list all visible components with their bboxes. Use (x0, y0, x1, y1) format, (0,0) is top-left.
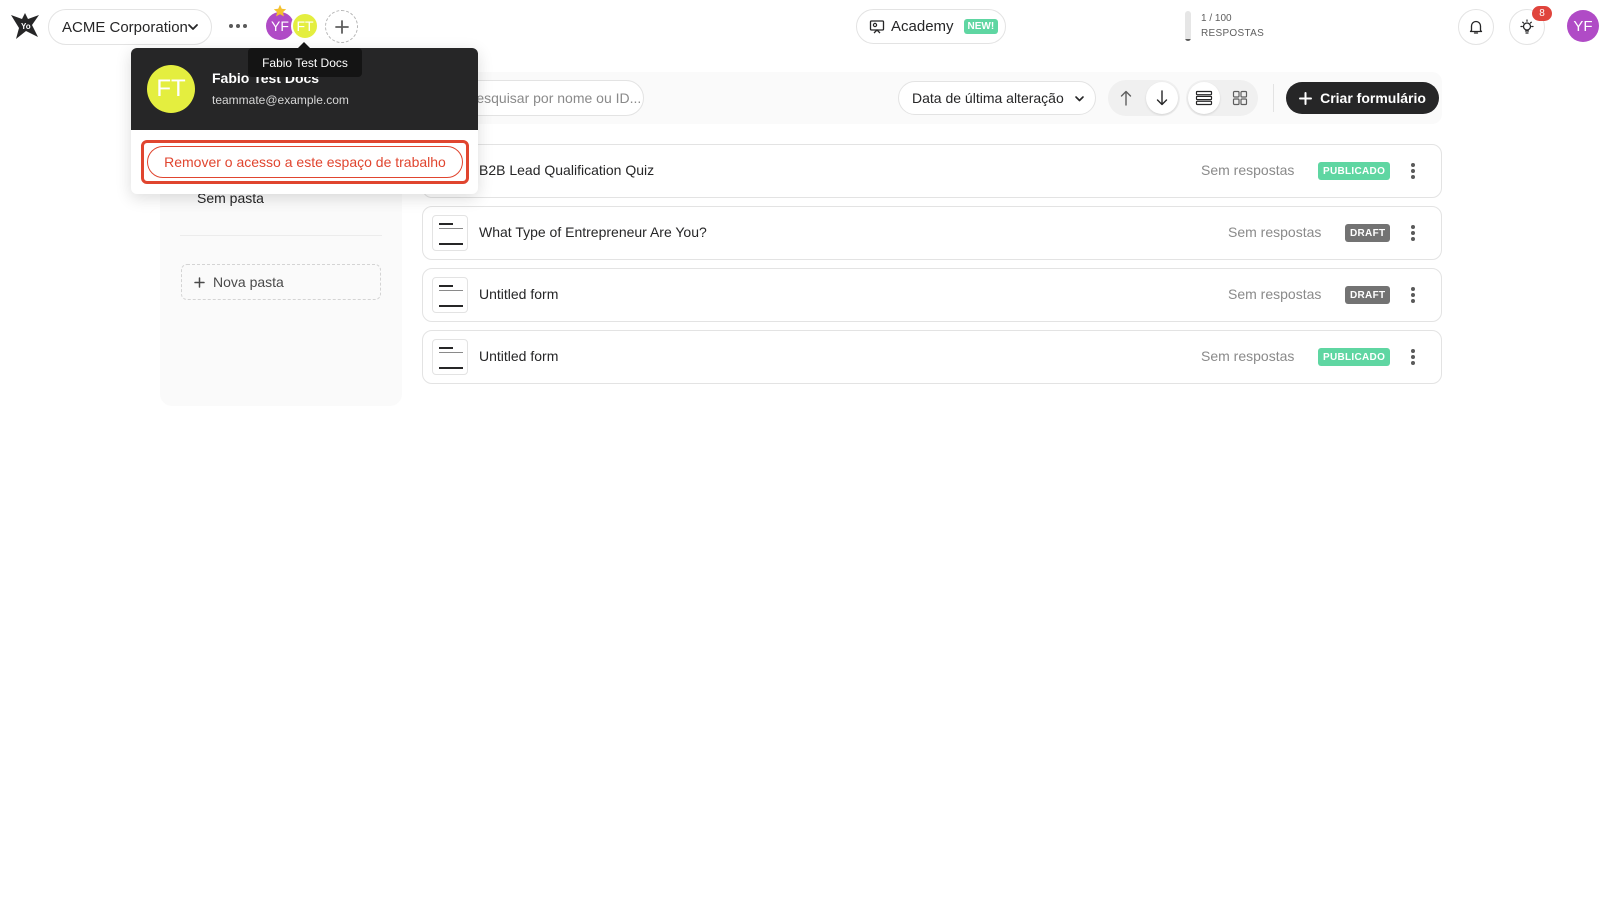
user-initials: YF (1573, 17, 1593, 35)
sort-label: Data de última alteração (912, 90, 1064, 106)
status-badge: PUBLICADO (1318, 348, 1391, 366)
member-popover-avatar: FT (147, 65, 195, 113)
top-bar: Yo ACME Corporation YF FT Academy NEW! 1… (0, 0, 1600, 52)
new-folder-button[interactable]: Nova pasta (181, 264, 381, 300)
form-options-icon[interactable] (1407, 346, 1419, 368)
academy-button[interactable]: Academy NEW! (856, 9, 1006, 44)
quota-count: 1 / 100 (1201, 13, 1232, 24)
grid-view-button[interactable] (1224, 82, 1256, 114)
form-responses: Sem respostas (1201, 162, 1295, 178)
chevron-down-icon (188, 24, 198, 30)
toolbar-divider (1273, 84, 1274, 112)
form-row[interactable]: B2B Lead Qualification Quiz Sem resposta… (422, 144, 1442, 198)
form-icon (432, 277, 468, 313)
create-form-label: Criar formulário (1320, 90, 1426, 106)
sort-select[interactable]: Data de última alteração (898, 81, 1096, 115)
view-mode-toggle (1186, 80, 1258, 116)
form-responses: Sem respostas (1228, 224, 1322, 240)
plus-icon (334, 19, 349, 34)
form-row[interactable]: What Type of Entrepreneur Are You? Sem r… (422, 206, 1442, 260)
status-badge: PUBLICADO (1318, 162, 1391, 180)
workspace-selector[interactable]: ACME Corporation (48, 9, 212, 45)
workspace-name: ACME Corporation (62, 18, 188, 36)
member-initials: YF (271, 18, 289, 34)
form-options-icon[interactable] (1407, 160, 1419, 182)
typeform-logo[interactable]: Yo (8, 9, 42, 43)
list-view-button[interactable] (1188, 82, 1220, 114)
arrow-up-icon (1120, 90, 1132, 106)
member-initials: FT (296, 18, 314, 34)
form-row[interactable]: Untitled form Sem respostas PUBLICADO (422, 330, 1442, 384)
sort-ascending-button[interactable] (1110, 82, 1142, 114)
grid-view-icon (1232, 90, 1248, 106)
plus-icon (194, 276, 205, 288)
more-options-icon[interactable] (228, 18, 248, 34)
user-avatar[interactable]: YF (1567, 10, 1599, 42)
form-title: B2B Lead Qualification Quiz (479, 162, 655, 178)
form-row[interactable]: Untitled form Sem respostas DRAFT (422, 268, 1442, 322)
sort-order-toggle (1108, 80, 1180, 116)
member-initials: FT (156, 75, 186, 102)
member-tooltip: Fabio Test Docs (248, 48, 362, 77)
sidebar-divider (180, 235, 382, 236)
academy-icon (869, 19, 885, 33)
form-icon (432, 215, 468, 251)
new-badge: NEW! (963, 19, 999, 34)
notification-count-badge: 8 (1532, 6, 1552, 21)
form-icon (432, 339, 468, 375)
form-title: Untitled form (479, 348, 559, 364)
academy-label: Academy (891, 18, 954, 35)
form-responses: Sem respostas (1201, 348, 1295, 364)
status-badge: DRAFT (1345, 224, 1391, 242)
form-title: What Type of Entrepreneur Are You? (479, 224, 707, 240)
lightbulb-icon (1520, 19, 1534, 34)
form-title: Untitled form (479, 286, 559, 302)
chevron-down-icon (1075, 96, 1084, 102)
notifications-button[interactable] (1458, 9, 1494, 45)
bell-icon (1469, 20, 1483, 34)
member-avatar-ft[interactable]: FT (291, 12, 319, 40)
plus-icon (1299, 91, 1313, 105)
list-view-icon (1195, 90, 1213, 106)
form-responses: Sem respostas (1228, 286, 1322, 302)
forms-toolbar: Data de última alteração (422, 72, 1442, 124)
new-folder-label: Nova pasta (213, 274, 284, 290)
status-badge: DRAFT (1345, 286, 1391, 304)
arrow-down-icon (1156, 90, 1168, 106)
owner-star-icon (273, 4, 287, 17)
create-form-button[interactable]: Criar formulário (1286, 82, 1439, 114)
form-options-icon[interactable] (1407, 222, 1419, 244)
remove-access-button[interactable]: Remover o acesso a este espaço de trabal… (147, 146, 463, 178)
quota-label: RESPOSTAS (1201, 28, 1265, 39)
quota-bar (1185, 11, 1191, 41)
add-member-button[interactable] (325, 10, 358, 43)
svg-text:Yo: Yo (21, 22, 31, 31)
sort-descending-button[interactable] (1146, 82, 1178, 114)
member-email: teammate@example.com (212, 93, 349, 107)
form-options-icon[interactable] (1407, 284, 1419, 306)
